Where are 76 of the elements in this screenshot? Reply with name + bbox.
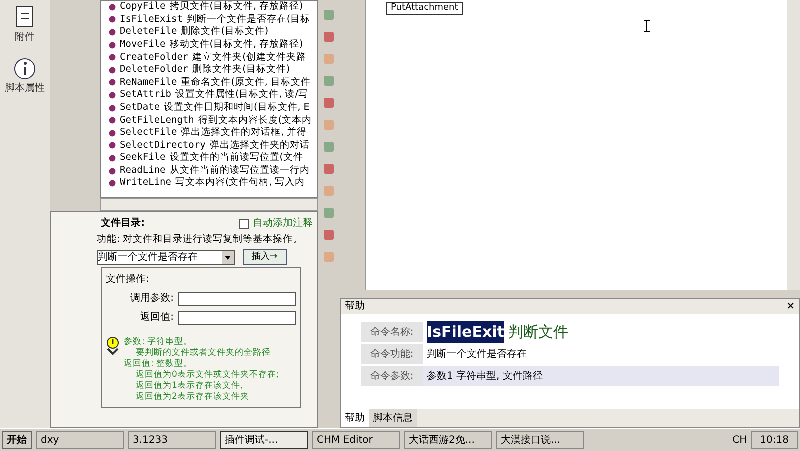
bullet-icon xyxy=(109,92,116,99)
bullet-icon xyxy=(109,16,116,24)
bullet-icon xyxy=(109,54,116,62)
panel-title: 帮助 xyxy=(345,300,365,314)
bullet-icon xyxy=(109,79,116,86)
bullet-icon xyxy=(109,104,116,112)
warning-icon xyxy=(106,337,120,356)
auto-comment-checkbox[interactable] xyxy=(239,218,249,228)
tree-item[interactable]: SetAttrib 设置文件属性(目标文件, 读/写 xyxy=(109,89,317,102)
taskbar-button[interactable]: 插件调试-... xyxy=(220,431,308,449)
field-label: 返回值: xyxy=(140,310,174,326)
language-indicator[interactable]: CH xyxy=(732,432,748,448)
command-name: IsFileExit xyxy=(427,320,504,344)
put-attachment-button[interactable]: PutAttachment xyxy=(386,2,464,15)
taskbar-button[interactable]: 大话西游2免... xyxy=(404,431,492,449)
sidebar-label[interactable]: 脚本属性 xyxy=(5,81,45,96)
bullet-icon xyxy=(109,4,116,11)
clock: 10:18 xyxy=(751,431,798,449)
hint-line: 返回值: 整数型。 xyxy=(124,359,194,370)
info-icon[interactable] xyxy=(13,57,37,81)
field-label: 调用参数: xyxy=(130,292,174,306)
function-text: 功能: 对文件和目录进行读写复制等基本操作。 xyxy=(97,233,304,247)
category-label: 文件目录: xyxy=(101,216,145,231)
tree-item[interactable]: SelectDirectory 弹出选择文件夹的对话 xyxy=(109,140,317,152)
tree-item[interactable]: GetFileLength 得到文本内容长度(文本内 xyxy=(109,114,317,127)
tree-item[interactable]: ReNameFile 重命名文件(原文件, 目标文件 xyxy=(109,76,317,90)
row-label: 命令功能: xyxy=(361,344,423,364)
code-editor[interactable]: PutAttachment xyxy=(365,0,787,290)
command-title: 判断文件 xyxy=(508,322,568,343)
text-cursor-icon xyxy=(644,20,650,32)
tree-item[interactable]: CreateFolder 建立文件夹(创建文件夹路 xyxy=(109,51,317,64)
tree-item[interactable]: CopyFile 拷贝文件(目标文件, 存放路径) xyxy=(109,1,317,14)
bullet-icon xyxy=(109,154,116,162)
insert-button[interactable]: 插入→ xyxy=(243,249,287,266)
hint-line: 要判断的文件或者文件夹的全路径 xyxy=(135,348,272,359)
hint-line: 返回值为2表示存在该文件夹 xyxy=(135,392,250,404)
tree-item[interactable]: SetDate 设置文件日期和时间(目标文件, E xyxy=(109,102,317,114)
taskbar-button[interactable]: dxy xyxy=(36,431,124,449)
help-tab[interactable]: 帮助 xyxy=(341,409,369,427)
row-value: 判断一个文件是否存在 xyxy=(426,348,528,362)
bullet-icon xyxy=(109,180,116,188)
row-label: 命令名称: xyxy=(361,322,423,342)
row-value: 参数1 字符串型, 文件路径 xyxy=(423,366,779,386)
taskbar-button[interactable]: CHM Editor xyxy=(312,431,400,449)
start-button[interactable]: 开始 xyxy=(2,431,32,449)
horizontal-scrollbar[interactable] xyxy=(100,198,318,211)
command-dropdown[interactable]: 判断一个文件是否存在 xyxy=(97,250,235,265)
tree-item[interactable]: MoveFile 移动文件(目标文件, 存放路径) xyxy=(109,38,317,52)
tree-item[interactable]: DeleteFile 删除文件(目标文件) xyxy=(109,26,317,39)
tree-item[interactable]: SelectFile 弹出选择文件的对话框, 并得 xyxy=(109,126,317,140)
hint-line: 参数: 字符串型。 xyxy=(124,337,194,348)
input-field[interactable] xyxy=(178,310,296,325)
tree-item[interactable]: SeekFile 设置文件的当前读写位置(文件 xyxy=(109,152,317,165)
row-label: 命令参数: xyxy=(361,366,423,386)
help-tab[interactable]: 脚本信息 xyxy=(369,409,417,427)
bullet-icon xyxy=(109,130,116,137)
tree-item[interactable]: WriteLine 写文本内容(文件句柄, 写入内 xyxy=(109,177,317,190)
bullet-icon xyxy=(109,142,116,150)
hint-line: 返回值为1表示存在该文件, xyxy=(135,381,244,392)
hint-line: 返回值为0表示文件或文件夹不存在; xyxy=(135,370,280,380)
vertical-scrollbar[interactable] xyxy=(787,0,800,290)
sidebar-label[interactable]: 附件 xyxy=(15,30,35,45)
checkbox-label[interactable]: 自动添加注释 xyxy=(253,216,313,231)
bullet-icon xyxy=(109,42,116,49)
bullet-icon xyxy=(109,66,116,74)
taskbar-button[interactable]: 3.1233 xyxy=(128,431,216,449)
input-field[interactable] xyxy=(178,292,296,306)
bullet-icon xyxy=(109,117,116,124)
tree-item[interactable]: ReadLine 从文件当前的读写位置读一行内 xyxy=(109,164,317,178)
tree-item[interactable]: DeleteFolder 删除文件夹(目标文件) xyxy=(109,64,317,77)
taskbar-button[interactable]: 大漠接口说... xyxy=(496,431,584,449)
bullet-icon xyxy=(109,168,116,175)
group-title: 文件操作: xyxy=(106,272,150,288)
close-button[interactable]: × xyxy=(786,299,795,314)
bullet-icon xyxy=(109,28,116,36)
tree-item[interactable]: IsFileExist 判断一个文件是否存在(目标 xyxy=(109,14,317,26)
